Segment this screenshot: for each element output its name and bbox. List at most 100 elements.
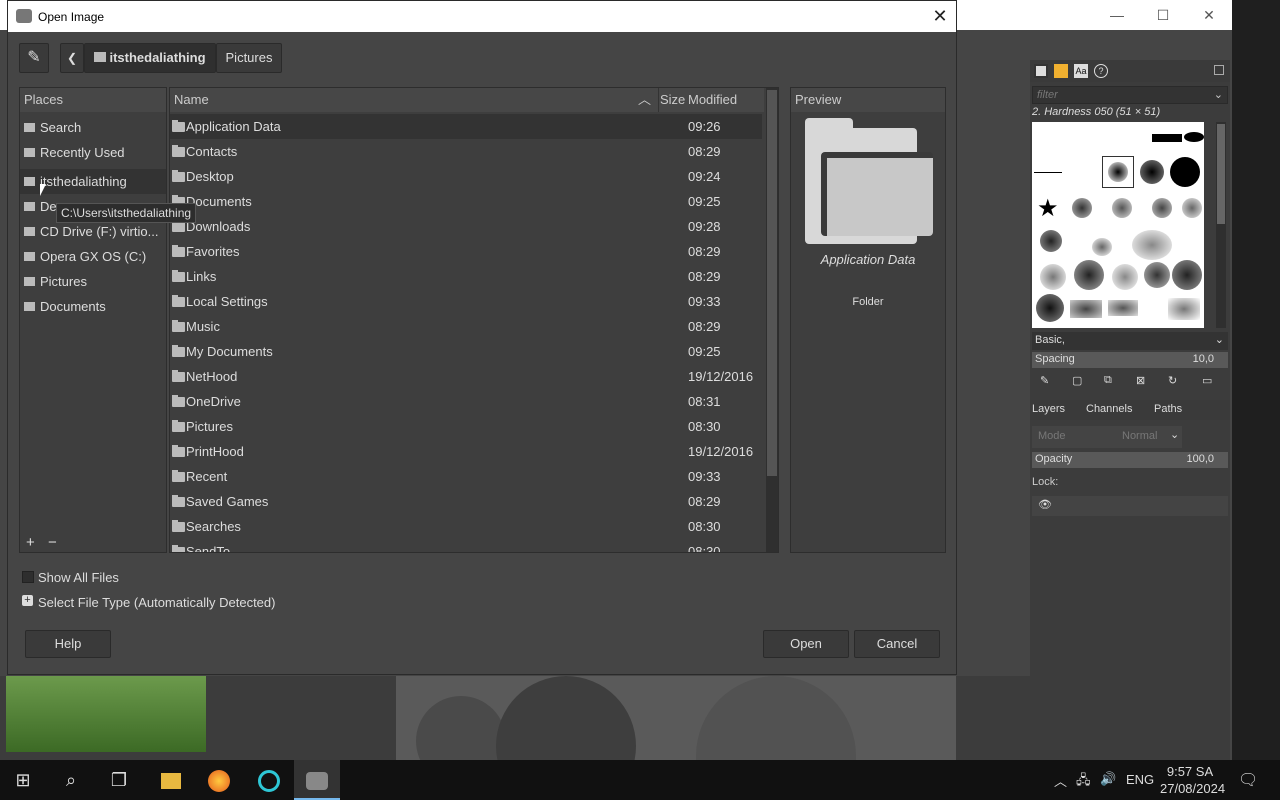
opera-gx-button[interactable]	[246, 760, 292, 800]
tab-channels[interactable]: Channels	[1086, 403, 1132, 415]
expander-plus-icon[interactable]: +	[22, 595, 33, 606]
help-button[interactable]: Help	[25, 630, 111, 658]
font-tab-icon[interactable]: Aa	[1074, 64, 1088, 78]
search-button[interactable]: ⌕	[48, 760, 94, 800]
minimize-button[interactable]: —	[1094, 0, 1140, 30]
maximize-button[interactable]: ☐	[1140, 0, 1186, 30]
select-file-type-label[interactable]: Select File Type (Automatically Detected…	[38, 595, 275, 610]
help-tab-icon[interactable]: ?	[1094, 64, 1108, 78]
sidebar-item[interactable]: Opera GX OS (C:)	[20, 244, 166, 269]
network-icon[interactable]: 🖧	[1076, 771, 1091, 793]
table-row[interactable]: My Documents 09:25	[170, 339, 762, 364]
table-row[interactable]: OneDrive 08:31	[170, 389, 762, 414]
eye-icon[interactable]: 👁	[1038, 498, 1052, 511]
table-row[interactable]: PrintHood 19/12/2016	[170, 439, 762, 464]
pattern-tab-icon[interactable]	[1054, 64, 1068, 78]
table-row[interactable]: Saved Games 08:29	[170, 489, 762, 514]
volume-icon[interactable]: 🔊	[1100, 771, 1116, 787]
folder-icon	[172, 245, 185, 257]
sidebar-item[interactable]: Recently Used	[20, 140, 166, 165]
table-row[interactable]: Documents 09:25	[170, 189, 762, 214]
layer-row[interactable]: 👁	[1032, 496, 1228, 516]
sidebar-item-label: itsthedaliathing	[40, 174, 127, 189]
sort-ascending-icon: ︿	[638, 92, 652, 107]
task-view-button[interactable]: ❐	[96, 760, 142, 800]
file-modified: 09:33	[688, 294, 721, 309]
add-place-button[interactable]: +	[26, 534, 35, 551]
table-row[interactable]: Desktop 09:24	[170, 164, 762, 189]
table-row[interactable]: Recent 09:33	[170, 464, 762, 489]
back-button[interactable]: ❮	[60, 43, 84, 73]
brush-grid[interactable]: ★	[1032, 122, 1204, 328]
table-row[interactable]: Application Data 09:26	[170, 114, 762, 139]
notifications-icon[interactable]: 🗨	[1238, 770, 1258, 790]
delete-brush-icon[interactable]: ⊠	[1136, 374, 1145, 387]
scrollbar-thumb[interactable]	[767, 90, 777, 476]
open-button[interactable]: Open	[763, 630, 849, 658]
duplicate-brush-icon[interactable]: ⧉	[1104, 374, 1112, 387]
dialog-close-button[interactable]: ✕	[924, 1, 956, 32]
table-row[interactable]: Downloads 09:28	[170, 214, 762, 239]
language-indicator[interactable]: ENG	[1126, 772, 1154, 787]
firefox-icon	[208, 770, 230, 793]
table-row[interactable]: Pictures 08:30	[170, 414, 762, 439]
folder-icon	[172, 270, 185, 282]
open-brush-icon[interactable]: ▭	[1202, 374, 1212, 387]
clock-time[interactable]: 9:57 SA	[1162, 764, 1218, 779]
folder-icon	[172, 420, 185, 432]
table-row[interactable]: Searches 08:30	[170, 514, 762, 539]
mode-select[interactable]: Mode Normal ⌄	[1032, 426, 1182, 448]
gimp-button[interactable]	[294, 760, 340, 800]
type-location-button[interactable]: ✎	[19, 43, 49, 73]
filter-input[interactable]: filter ⌄	[1032, 86, 1228, 104]
clock-date[interactable]: 27/08/2024	[1160, 781, 1225, 796]
show-all-files-checkbox[interactable]	[22, 571, 34, 583]
start-button[interactable]: ⊞	[0, 760, 46, 800]
edit-brush-icon[interactable]: ✎	[1040, 374, 1049, 387]
opacity-slider[interactable]: Opacity 100,0	[1032, 452, 1228, 468]
file-modified: 08:29	[688, 494, 721, 509]
table-row[interactable]: Music 08:29	[170, 314, 762, 339]
tab-paths[interactable]: Paths	[1154, 403, 1182, 415]
tab-layers[interactable]: Layers	[1032, 403, 1065, 415]
file-list-scrollbar[interactable]	[766, 88, 778, 552]
table-row[interactable]: SendTo 08:30	[170, 539, 762, 552]
column-size[interactable]: Size	[660, 88, 685, 112]
column-modified[interactable]: Modified	[688, 88, 737, 112]
remove-place-button[interactable]: −	[48, 534, 57, 551]
chevron-down-icon[interactable]: ⌄	[1214, 88, 1223, 101]
file-name: Links	[186, 269, 217, 284]
column-name[interactable]: Name	[174, 88, 209, 112]
close-button[interactable]: ✕	[1186, 0, 1232, 30]
cancel-button[interactable]: Cancel	[854, 630, 940, 658]
chevron-down-icon: ⌄	[1170, 429, 1180, 441]
show-hidden-icons-icon[interactable]: ︿	[1054, 771, 1067, 790]
sidebar-item[interactable]: Documents	[20, 294, 166, 319]
brush-tab-icon[interactable]	[1034, 64, 1048, 78]
brush-scrollbar[interactable]	[1216, 122, 1226, 328]
sidebar-item-label: CD Drive (F:) virtio...	[40, 224, 159, 239]
firefox-button[interactable]	[196, 760, 242, 800]
spacing-slider[interactable]: Spacing 10,0	[1032, 352, 1228, 368]
chevron-down-icon: ⌄	[1214, 334, 1224, 346]
breadcrumb-pictures[interactable]: Pictures	[216, 43, 282, 73]
file-name: Music	[186, 319, 220, 334]
new-brush-icon[interactable]: ▢	[1072, 374, 1082, 387]
file-explorer-button[interactable]	[148, 760, 194, 800]
sidebar-item[interactable]: Pictures	[20, 269, 166, 294]
table-row[interactable]: Contacts 08:29	[170, 139, 762, 164]
table-row[interactable]: Local Settings 09:33	[170, 289, 762, 314]
preset-select[interactable]: Basic, ⌄	[1032, 332, 1228, 350]
show-all-files-label[interactable]: Show All Files	[38, 570, 119, 585]
dock-menu-icon[interactable]	[1214, 65, 1224, 75]
folder-icon	[172, 495, 185, 507]
breadcrumb-home[interactable]: itsthedaliathing	[84, 43, 216, 73]
refresh-brush-icon[interactable]: ↻	[1168, 374, 1177, 387]
table-row[interactable]: Favorites 08:29	[170, 239, 762, 264]
table-row[interactable]: Links 08:29	[170, 264, 762, 289]
table-row[interactable]: NetHood 19/12/2016	[170, 364, 762, 389]
file-list-header: Name ︿ Size Modified	[170, 88, 764, 112]
cd-drive-icon	[24, 227, 35, 236]
folder-icon	[94, 52, 107, 62]
sidebar-item[interactable]: Search	[20, 115, 166, 140]
